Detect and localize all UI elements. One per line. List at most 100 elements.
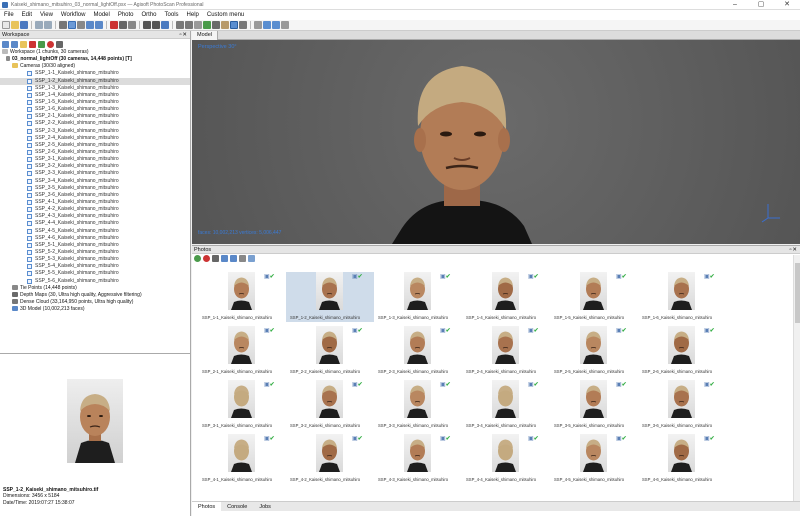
reset-filter-icon[interactable]	[239, 255, 246, 262]
pane-controls[interactable]: ▫✕	[179, 31, 188, 39]
photo-thumbnail[interactable]: ▣✔ SSP_2-5_Kaiseki_shimano_mitsuhiro	[550, 326, 638, 378]
camera-checkbox-icon[interactable]	[27, 171, 32, 177]
camera-item[interactable]: SSP_1-4_Kaiseki_shimano_mitsuhiro	[0, 92, 190, 99]
camera-checkbox-icon[interactable]	[27, 271, 32, 277]
camera-item[interactable]: SSP_4-6_Kaiseki_shimano_mitsuhiro	[0, 235, 190, 242]
ruler-icon[interactable]	[128, 21, 136, 29]
camera-checkbox-icon[interactable]	[27, 92, 32, 98]
photo-thumbnail[interactable]: ▣✔ SSP_3-1_Kaiseki_shimano_mitsuhiro	[198, 380, 286, 432]
new-project-icon[interactable]	[2, 21, 10, 29]
tie-points-icon[interactable]	[176, 21, 184, 29]
camera-item[interactable]: SSP_2-2_Kaiseki_shimano_mitsuhiro	[0, 120, 190, 127]
menu-file[interactable]: File	[0, 10, 18, 20]
camera-item[interactable]: SSP_1-5_Kaiseki_shimano_mitsuhiro	[0, 99, 190, 106]
dense-cloud-icon[interactable]	[185, 21, 193, 29]
photo-thumbnail[interactable]: ▣✔ SSP_4-2_Kaiseki_shimano_mitsuhiro	[286, 434, 374, 486]
camera-checkbox-icon[interactable]	[27, 142, 32, 148]
add-photos-icon[interactable]	[11, 40, 18, 48]
remove-camera-icon[interactable]	[212, 255, 219, 262]
remove-items-icon[interactable]	[29, 40, 36, 48]
navigation-icon[interactable]	[59, 21, 67, 29]
camera-checkbox-icon[interactable]	[27, 121, 32, 127]
camera-checkbox-icon[interactable]	[27, 107, 32, 113]
tree-depth-maps[interactable]: Depth Maps (30, Ultra high quality, Aggr…	[0, 292, 190, 299]
scrollbar-thumb[interactable]	[795, 263, 800, 323]
maximize-button[interactable]: ▢	[748, 0, 774, 10]
camera-checkbox-icon[interactable]	[27, 242, 32, 248]
camera-checkbox-icon[interactable]	[27, 199, 32, 205]
photo-thumbnail[interactable]: ▣✔ SSP_3-4_Kaiseki_shimano_mitsuhiro	[462, 380, 550, 432]
markers-icon[interactable]	[281, 21, 289, 29]
camera-item[interactable]: SSP_2-1_Kaiseki_shimano_mitsuhiro	[0, 113, 190, 120]
photo-thumbnail[interactable]: ▣✔ SSP_4-3_Kaiseki_shimano_mitsuhiro	[374, 434, 462, 486]
menu-model[interactable]: Model	[89, 10, 113, 20]
camera-checkbox-icon[interactable]	[27, 249, 32, 255]
dense-cloud-classes-icon[interactable]	[194, 21, 202, 29]
camera-checkbox-icon[interactable]	[27, 164, 32, 170]
camera-item[interactable]: SSP_3-2_Kaiseki_shimano_mitsuhiro	[0, 163, 190, 170]
remove-icon[interactable]	[56, 40, 63, 48]
circle-selection-icon[interactable]	[77, 21, 85, 29]
save-icon[interactable]	[20, 21, 28, 29]
camera-item[interactable]: SSP_5-6_Kaiseki_shimano_mitsuhiro	[0, 278, 190, 285]
tab-jobs[interactable]: Jobs	[253, 502, 277, 511]
tree-tie-points[interactable]: Tie Points (14,448 points)	[0, 285, 190, 292]
camera-checkbox-icon[interactable]	[27, 214, 32, 220]
camera-checkbox-icon[interactable]	[27, 235, 32, 241]
camera-view-icon[interactable]	[263, 21, 271, 29]
photo-thumbnail[interactable]: ▣✔ SSP_1-3_Kaiseki_shimano_mitsuhiro	[374, 272, 462, 324]
model-solid-icon[interactable]	[212, 21, 220, 29]
camera-item[interactable]: SSP_2-3_Kaiseki_shimano_mitsuhiro	[0, 128, 190, 135]
move-object-icon[interactable]	[86, 21, 94, 29]
camera-checkbox-icon[interactable]	[27, 157, 32, 163]
zoom-in-icon[interactable]	[143, 21, 151, 29]
camera-checkbox-icon[interactable]	[27, 264, 32, 270]
camera-item[interactable]: SSP_4-1_Kaiseki_shimano_mitsuhiro	[0, 199, 190, 206]
open-folder-icon[interactable]	[11, 21, 19, 29]
camera-item[interactable]: SSP_3-4_Kaiseki_shimano_mitsuhiro	[0, 178, 190, 185]
photo-thumbnail[interactable]: ▣✔ SSP_1-5_Kaiseki_shimano_mitsuhiro	[550, 272, 638, 324]
menu-view[interactable]: View	[36, 10, 57, 20]
camera-item[interactable]: SSP_2-4_Kaiseki_shimano_mitsuhiro	[0, 135, 190, 142]
camera-checkbox-icon[interactable]	[27, 207, 32, 213]
camera-checkbox-icon[interactable]	[27, 85, 32, 91]
disable-icon[interactable]	[47, 40, 54, 48]
zoom-out-icon[interactable]	[152, 21, 160, 29]
photo-thumbnail[interactable]: ▣✔ SSP_3-3_Kaiseki_shimano_mitsuhiro	[374, 380, 462, 432]
camera-checkbox-icon[interactable]	[27, 178, 32, 184]
photo-thumbnail[interactable]: ▣✔ SSP_4-4_Kaiseki_shimano_mitsuhiro	[462, 434, 550, 486]
photo-thumbnail[interactable]: ▣✔ SSP_1-4_Kaiseki_shimano_mitsuhiro	[462, 272, 550, 324]
enable-camera-icon[interactable]	[194, 255, 201, 262]
camera-item[interactable]: SSP_1-3_Kaiseki_shimano_mitsuhiro	[0, 85, 190, 92]
camera-item[interactable]: SSP_5-3_Kaiseki_shimano_mitsuhiro	[0, 256, 190, 263]
camera-item[interactable]: SSP_4-3_Kaiseki_shimano_mitsuhiro	[0, 213, 190, 220]
camera-item[interactable]: SSP_1-2_Kaiseki_shimano_mitsuhiro	[0, 77, 190, 85]
delete-selection-icon[interactable]	[110, 21, 118, 29]
camera-checkbox-icon[interactable]	[27, 78, 32, 84]
tree-dense-cloud[interactable]: Dense Cloud (33,164,950 points, Ultra hi…	[0, 299, 190, 306]
crop-selection-icon[interactable]	[119, 21, 127, 29]
tree-3d-model[interactable]: 3D Model (10,002,213 faces)	[0, 306, 190, 313]
tab-console[interactable]: Console	[221, 502, 253, 511]
photo-thumbnail[interactable]: ▣✔ SSP_1-2_Kaiseki_shimano_mitsuhiro	[286, 272, 374, 324]
camera-item[interactable]: SSP_4-2_Kaiseki_shimano_mitsuhiro	[0, 206, 190, 213]
menu-workflow[interactable]: Workflow	[57, 10, 90, 20]
camera-item[interactable]: SSP_3-5_Kaiseki_shimano_mitsuhiro	[0, 185, 190, 192]
photo-thumbnail[interactable]: ▣✔ SSP_2-6_Kaiseki_shimano_mitsuhiro	[638, 326, 726, 378]
camera-item[interactable]: SSP_3-6_Kaiseki_shimano_mitsuhiro	[0, 192, 190, 199]
show-region-icon[interactable]	[239, 21, 247, 29]
camera-item[interactable]: SSP_5-1_Kaiseki_shimano_mitsuhiro	[0, 242, 190, 249]
camera-checkbox-icon[interactable]	[27, 185, 32, 191]
grid-icon[interactable]	[254, 21, 262, 29]
rotate-right-icon[interactable]	[230, 255, 237, 262]
tab-photos[interactable]: Photos	[192, 502, 222, 511]
photo-thumbnail[interactable]: ▣✔ SSP_2-3_Kaiseki_shimano_mitsuhiro	[374, 326, 462, 378]
photo-thumbnail[interactable]: ▣✔ SSP_2-1_Kaiseki_shimano_mitsuhiro	[198, 326, 286, 378]
menu-photo[interactable]: Photo	[114, 10, 138, 20]
pane-controls[interactable]: ▫✕	[789, 246, 798, 254]
add-chunk-icon[interactable]	[2, 40, 9, 48]
camera-item[interactable]: SSP_4-4_Kaiseki_shimano_mitsuhiro	[0, 220, 190, 227]
camera-checkbox-icon[interactable]	[27, 221, 32, 227]
tree-root[interactable]: Workspace (1 chunks, 30 cameras)	[0, 49, 190, 56]
rectangle-selection-icon[interactable]	[68, 21, 76, 29]
